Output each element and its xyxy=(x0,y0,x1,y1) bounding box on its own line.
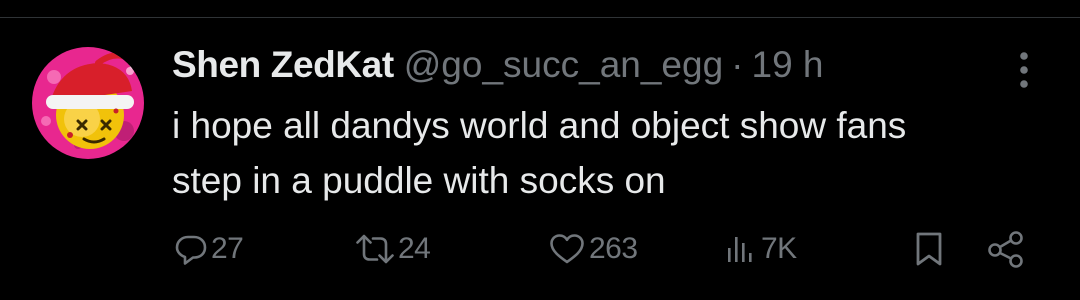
timestamp[interactable]: 19 h xyxy=(752,40,824,90)
user-handle[interactable]: @go_succ_an_egg xyxy=(404,40,723,90)
views-icon xyxy=(728,237,752,262)
tweet-header: Shen ZedKat @go_succ_an_egg · 19 h xyxy=(172,40,824,90)
reply-button[interactable]: 27 xyxy=(174,224,244,274)
avatar-image xyxy=(32,47,144,159)
views-button[interactable]: 7K xyxy=(724,224,797,274)
reply-icon xyxy=(175,235,207,265)
retweet-icon xyxy=(356,234,394,264)
retweet-button[interactable]: 24 xyxy=(355,224,431,274)
more-options-button[interactable] xyxy=(1004,48,1044,92)
heart-icon xyxy=(550,234,584,264)
tweet-card[interactable]: Shen ZedKat @go_succ_an_egg · 19 h i hop… xyxy=(0,18,1080,300)
like-count: 263 xyxy=(589,232,638,265)
bookmark-icon xyxy=(916,232,942,266)
retweet-count: 24 xyxy=(398,232,431,265)
tweet-text: i hope all dandys world and object show … xyxy=(172,98,1042,208)
tweet-text-line: i hope all dandys world and object show … xyxy=(172,105,907,146)
views-count: 7K xyxy=(761,232,797,265)
like-button[interactable]: 263 xyxy=(548,224,638,274)
display-name[interactable]: Shen ZedKat xyxy=(172,40,394,90)
bookmark-button[interactable] xyxy=(912,224,946,274)
tweet-text-line: step in a puddle with socks on xyxy=(172,160,666,201)
reply-count: 27 xyxy=(211,232,244,265)
action-bar: 27 24 263 7K xyxy=(0,224,1080,274)
share-icon xyxy=(988,231,1023,268)
separator-dot: · xyxy=(731,44,744,85)
more-vertical-icon xyxy=(1020,52,1028,88)
avatar-icon[interactable] xyxy=(32,47,144,159)
share-button[interactable] xyxy=(986,224,1026,274)
